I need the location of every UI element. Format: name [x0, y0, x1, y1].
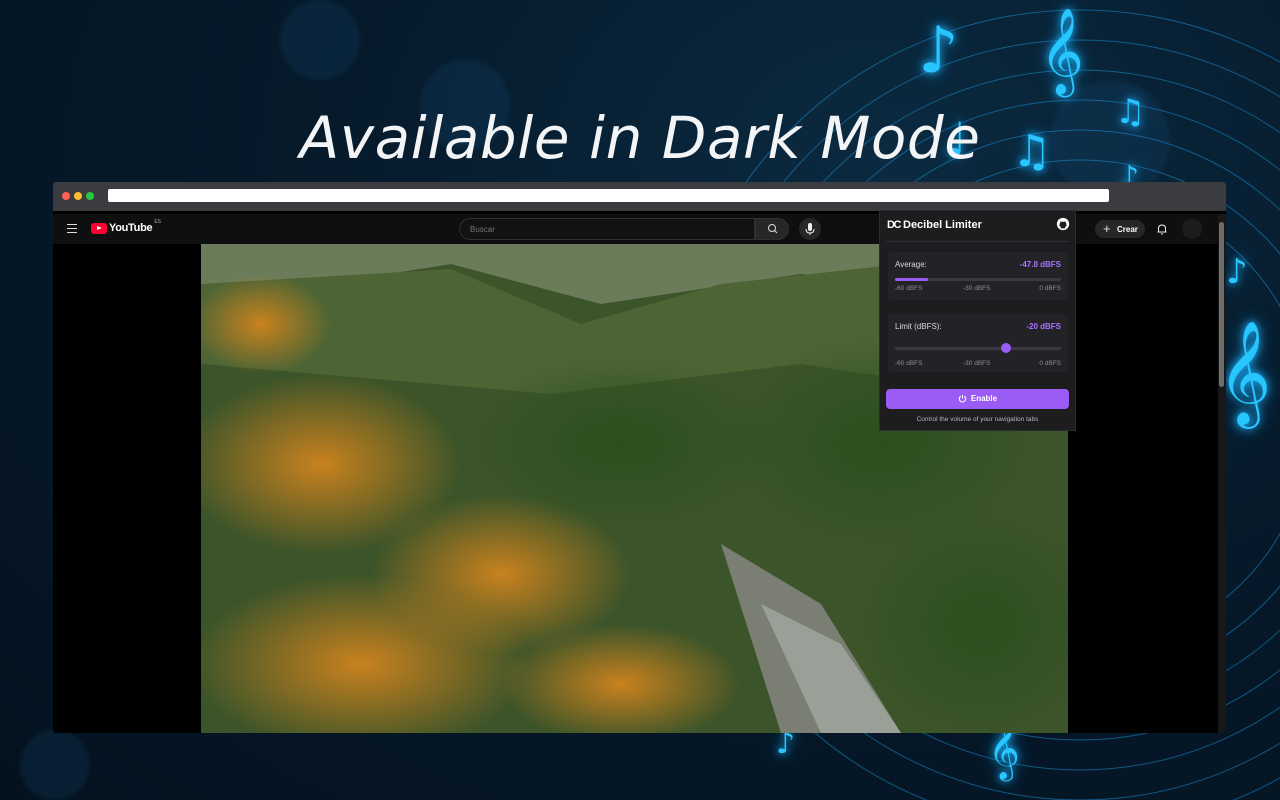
youtube-play-icon [91, 222, 107, 234]
scrollbar-thumb[interactable] [1219, 222, 1224, 387]
bokeh-circle [20, 730, 90, 800]
region-code: ES [154, 219, 161, 225]
tick-min: -60 dBFS [895, 360, 923, 367]
power-icon [958, 395, 967, 403]
enable-label: Enable [970, 394, 998, 403]
tick-mid: -30 dBFS [963, 360, 991, 367]
create-label: Crear [1117, 225, 1138, 234]
music-note-icon: ♪ [1226, 252, 1248, 292]
average-card: Average: -47.8 dBFS -60 dBFS -30 dBFS 0 … [888, 252, 1068, 300]
mic-icon [805, 223, 815, 235]
divider [886, 241, 1070, 242]
bell-icon[interactable] [1155, 222, 1169, 236]
github-icon[interactable] [1056, 217, 1070, 231]
average-value: -47.8 dBFS [1019, 260, 1061, 269]
treble-clef-icon: 𝄞 [1040, 8, 1084, 94]
average-label: Average: [895, 260, 927, 269]
tick-max: 0 dBFS [1039, 285, 1061, 292]
tick-mid: -30 dBFS [963, 285, 991, 292]
bokeh-circle [280, 0, 360, 80]
limit-card: Limit (dBFS): -20 dBFS -60 dBFS -30 dBFS… [888, 314, 1068, 372]
limit-slider-knob[interactable] [1000, 343, 1011, 353]
enable-button[interactable]: Enable [886, 389, 1069, 409]
browser-titlebar [53, 182, 1226, 211]
menu-icon[interactable] [67, 224, 77, 236]
limit-label: Limit (dBFS): [895, 322, 942, 331]
search-icon [768, 224, 778, 234]
music-note-icon: ♪ [918, 14, 959, 88]
voice-search-button[interactable] [799, 218, 821, 240]
search-button[interactable] [755, 218, 789, 240]
decibel-limiter-popup: DC Decibel Limiter Average: -47.8 dBFS -… [879, 210, 1076, 431]
create-button[interactable]: + Crear [1095, 220, 1145, 238]
youtube-logo-text: YouTube [109, 222, 153, 234]
youtube-logo[interactable]: YouTube ES [91, 219, 161, 234]
limit-slider[interactable] [895, 343, 1061, 353]
tick-max: 0 dBFS [1039, 360, 1061, 367]
search-input[interactable]: Buscar [459, 218, 755, 240]
maximize-window-button[interactable] [86, 192, 94, 200]
search-placeholder: Buscar [470, 225, 495, 234]
popup-footer-text: Control the volume of your navigation ta… [916, 416, 1039, 423]
extension-title: Decibel Limiter [903, 219, 982, 231]
hero-title: Available in Dark Mode [299, 104, 981, 172]
tick-min: -60 dBFS [895, 285, 923, 292]
close-window-button[interactable] [62, 192, 70, 200]
plus-icon: + [1103, 221, 1111, 236]
address-bar[interactable] [108, 189, 1109, 202]
average-meter [895, 278, 1061, 281]
limit-value: -20 dBFS [1026, 322, 1061, 331]
extension-logo: DC [887, 219, 901, 231]
avatar[interactable] [1182, 219, 1202, 239]
average-meter-fill [895, 278, 929, 281]
minimize-window-button[interactable] [74, 192, 82, 200]
